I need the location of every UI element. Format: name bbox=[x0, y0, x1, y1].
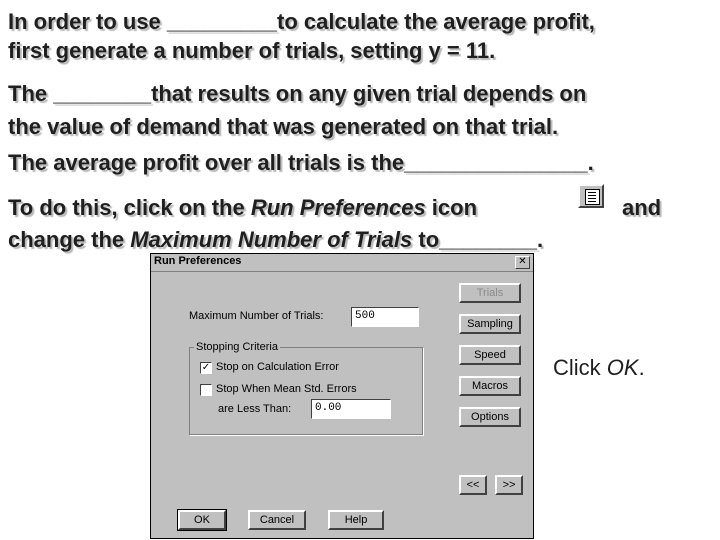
slide-line-1: In order to use _________to calculate th… bbox=[8, 9, 595, 34]
max-trials-label: Maximum Number of Trials: bbox=[189, 310, 324, 322]
speed-button[interactable]: Speed bbox=[459, 345, 521, 365]
run-preferences-dialog: Run Preferences ✕ Maximum Number of Tria… bbox=[150, 253, 534, 539]
click-ok-period: . bbox=[638, 355, 645, 380]
slide-line-7: change the Maximum Number of Trials to__… bbox=[8, 227, 543, 253]
slide-line-6-text: To do this, click on the bbox=[8, 195, 251, 220]
stop-mean-std-errors-label: Stop When Mean Std. Errors bbox=[216, 383, 357, 395]
slide-line-7-end: to________. bbox=[412, 227, 544, 252]
stop-mean-std-errors-checkbox[interactable] bbox=[200, 384, 212, 396]
sampling-button[interactable]: Sampling bbox=[459, 314, 521, 334]
macros-button[interactable]: Macros bbox=[459, 376, 521, 396]
slide-line-5: The average profit over all trials is th… bbox=[8, 150, 594, 175]
ok-term: OK bbox=[606, 355, 639, 380]
slide-line-6-icon-text: icon bbox=[425, 195, 478, 220]
close-icon[interactable]: ✕ bbox=[515, 256, 530, 269]
options-button[interactable]: Options bbox=[459, 407, 521, 427]
slide-line-3: The ________that results on any given tr… bbox=[8, 81, 587, 106]
max-trials-term: Maximum Number of Trials bbox=[130, 227, 413, 252]
stop-on-error-checkbox[interactable]: ✓ bbox=[200, 362, 212, 374]
max-trials-input[interactable]: 500 bbox=[351, 307, 419, 327]
dialog-title: Run Preferences bbox=[154, 255, 242, 267]
slide-line-2: first generate a number of trials, setti… bbox=[8, 38, 496, 63]
slide-line-7-text: change the bbox=[8, 227, 131, 252]
previous-button[interactable]: << bbox=[459, 475, 487, 495]
cancel-button[interactable]: Cancel bbox=[248, 510, 306, 530]
run-preferences-icon[interactable] bbox=[578, 184, 604, 208]
trials-button[interactable]: Trials bbox=[459, 283, 521, 303]
slide-line-4: the value of demand that was generated o… bbox=[8, 114, 559, 139]
dialog-titlebar[interactable]: Run Preferences ✕ bbox=[151, 254, 533, 272]
less-than-input[interactable]: 0.00 bbox=[311, 399, 391, 419]
stop-on-error-label: Stop on Calculation Error bbox=[216, 361, 339, 373]
less-than-label: are Less Than: bbox=[218, 403, 292, 415]
slide-line-6: To do this, click on the Run Preferences… bbox=[8, 195, 477, 221]
click-ok-instruction: Click OK. bbox=[553, 355, 645, 381]
click-ok-text: Click bbox=[553, 355, 607, 380]
document-icon bbox=[585, 189, 600, 205]
help-button[interactable]: Help bbox=[328, 510, 384, 530]
run-preferences-term: Run Preferences bbox=[250, 195, 426, 220]
slide-line-6-and: and bbox=[622, 195, 662, 220]
next-button[interactable]: >> bbox=[495, 475, 523, 495]
ok-button[interactable]: OK bbox=[177, 509, 227, 531]
stopping-criteria-label: Stopping Criteria bbox=[194, 341, 280, 353]
